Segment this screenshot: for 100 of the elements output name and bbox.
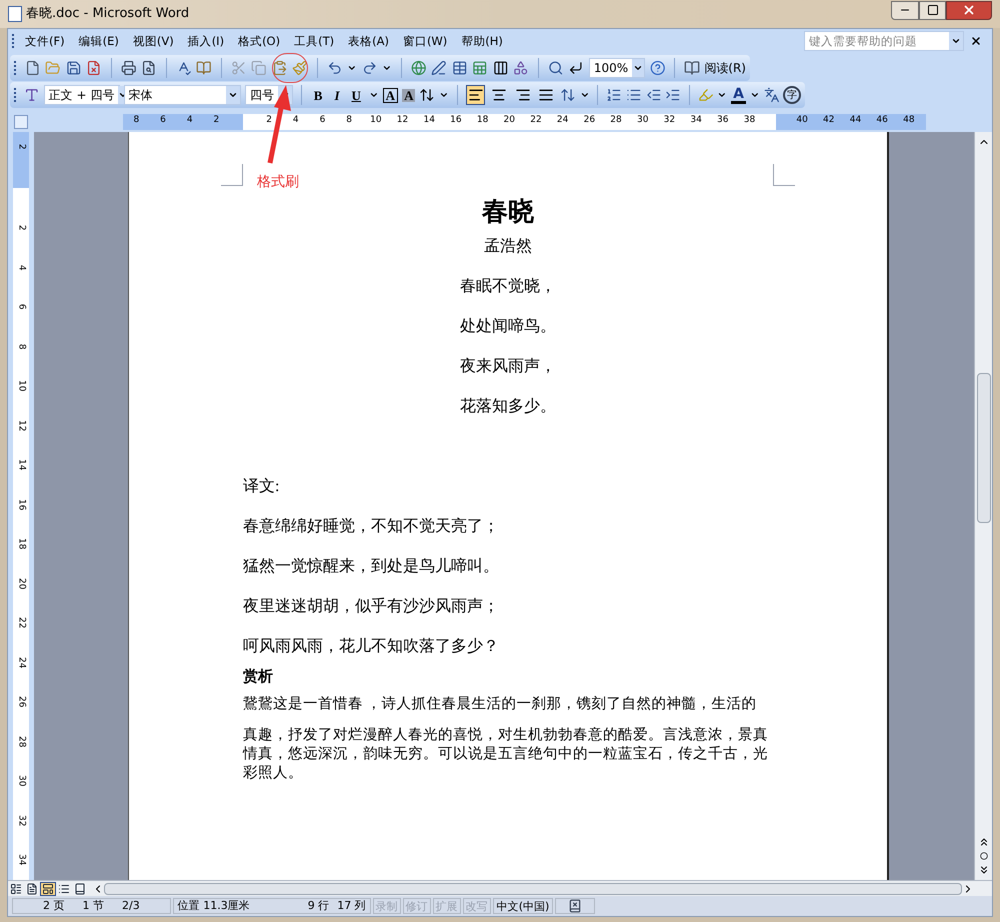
italic-button[interactable]: I	[330, 86, 344, 106]
view-button[interactable]	[8, 882, 24, 896]
annotation-label: 格式刷	[257, 173, 299, 192]
spreadsheet-icon[interactable]	[472, 60, 488, 76]
align-button[interactable]	[466, 85, 486, 106]
columns-icon[interactable]	[492, 60, 508, 76]
ruler-number: 12	[16, 420, 28, 432]
menu-item[interactable]: 文件(F)	[18, 32, 72, 50]
status-text: 9 行	[308, 898, 330, 914]
ruler-number: 34	[689, 114, 703, 128]
redo-icon[interactable]	[362, 60, 378, 76]
ruler-number: 20	[16, 578, 28, 590]
underline-button[interactable]: U	[348, 86, 365, 106]
undo-icon[interactable]	[326, 60, 342, 76]
ruler-number: 8	[345, 114, 354, 128]
ruler-number: 4	[16, 264, 28, 270]
ruler-number: 16	[449, 114, 463, 128]
window-title: 春晓.doc - Microsoft Word	[26, 5, 190, 24]
ruler-number: 20	[502, 114, 516, 128]
ruler-number: 8	[16, 344, 28, 350]
paintbrush-icon[interactable]	[292, 60, 308, 76]
print-preview-icon[interactable]	[141, 60, 157, 76]
read-button[interactable]: 阅读(R)	[684, 59, 746, 78]
view-button[interactable]	[40, 882, 56, 896]
ruler-number: 14	[422, 114, 436, 128]
language-indicator: 中文(中国)	[492, 898, 554, 914]
dropdown-field[interactable]: 100%	[588, 58, 645, 78]
author: 孟浩然	[484, 236, 532, 258]
poem-line: 处处闻啼鸟。	[460, 316, 556, 338]
browse-object-icon[interactable]	[980, 852, 988, 860]
dropdown-field[interactable]: 宋体	[124, 85, 241, 106]
analysis-paragraph: 鵞鵞这是一首惜春 ，诗人抓住春晨生活的一刹那，镌刻了自然的神髓，生活的	[243, 695, 757, 714]
ruler-number: 34	[16, 854, 28, 866]
ruler-number: 4	[292, 114, 300, 128]
ruler-number: 16	[16, 498, 28, 510]
ruler-number: 42	[822, 114, 836, 128]
menu-item[interactable]: 工具(T)	[287, 32, 342, 50]
menu-item[interactable]: 格式(O)	[231, 32, 288, 50]
menu-item[interactable]: 插入(I)	[180, 32, 232, 50]
menu-item[interactable]: 帮助(H)	[454, 32, 510, 50]
translation-line: 春意绵绵好睡觉，不知不觉天亮了；	[243, 516, 499, 538]
ruler-number: 10	[369, 114, 383, 128]
maximize-icon	[926, 4, 938, 16]
menu-item[interactable]: 视图(V)	[126, 32, 181, 50]
ruler-number: 14	[16, 459, 28, 471]
help-icon[interactable]	[650, 60, 666, 76]
poem-line: 春眠不觉晓，	[460, 276, 556, 298]
scroll-thumb[interactable]	[976, 373, 990, 524]
menu-item[interactable]: 编辑(E)	[72, 32, 126, 50]
status-text: 1 节	[82, 898, 104, 914]
section-heading: 赏析	[243, 667, 273, 688]
margin-corner-mark	[221, 164, 243, 186]
new-document-icon[interactable]	[25, 60, 40, 76]
status-text: 2 页	[43, 898, 64, 914]
close-icon[interactable]	[970, 35, 982, 48]
translation-line: 猛然一觉惊醒来，到处是鸟儿啼叫。	[243, 556, 499, 578]
ruler-number: 24	[16, 656, 28, 668]
ruler-number: 8	[132, 114, 140, 128]
bold-button[interactable]: B	[310, 86, 326, 106]
poem-line: 花落知多少。	[460, 396, 556, 418]
ruler-number: 36	[716, 114, 730, 128]
ruler-number: 28	[609, 114, 623, 128]
ruler-number: 18	[476, 114, 490, 128]
ruler-number: 22	[16, 617, 28, 629]
section-heading: 译文:	[243, 476, 280, 498]
minimize-button[interactable]	[891, 0, 919, 20]
ruler-number: 6	[159, 114, 167, 128]
menu-item[interactable]: 表格(A)	[341, 32, 396, 50]
enclose-character-button[interactable]: 字	[783, 86, 802, 104]
ruler-number: 4	[186, 114, 194, 128]
tab-selector[interactable]	[14, 115, 28, 130]
character-border-button[interactable]: A	[382, 88, 398, 103]
ruler-number: 40	[795, 114, 809, 128]
margin-corner-mark	[773, 164, 795, 186]
ruler-number: 28	[16, 736, 28, 748]
save-icon[interactable]	[66, 60, 82, 76]
font-color-button[interactable]: A	[731, 86, 746, 104]
document-icon	[8, 6, 22, 22]
drawing-icon[interactable]	[513, 60, 529, 76]
menu-item[interactable]: 窗口(W)	[396, 32, 454, 50]
ruler-number: 46	[875, 114, 889, 128]
analysis-paragraph: 真趣，抒发了对烂漫醉人春光的喜悦，对生机勃勃春意的酷爱。言浅意浓，景真情真，悠远深沉，韵味无穷。可以说是五言绝句中的一粒蓝宝石，传之千古，光彩照人。	[243, 726, 769, 784]
paste-icon[interactable]	[272, 60, 288, 76]
styles-icon[interactable]	[24, 87, 40, 104]
print-icon[interactable]	[120, 60, 136, 76]
ruler-number: 2	[265, 114, 273, 128]
ruler-number: 26	[582, 114, 596, 128]
translation-line: 呵风雨风雨，花儿不知吹落了多少？	[243, 636, 499, 658]
table-icon[interactable]	[452, 60, 468, 76]
ruler-number: 30	[16, 775, 28, 787]
ruler-number: 32	[16, 814, 28, 826]
close-button[interactable]	[946, 0, 992, 20]
ruler-number: 24	[556, 114, 570, 128]
character-shading-button[interactable]: A	[402, 88, 416, 102]
maximize-button[interactable]	[919, 0, 946, 20]
ruler-number: 2	[212, 114, 220, 128]
ruler-number: 18	[16, 538, 28, 550]
help-search-field[interactable]: 键入需要帮助的问题	[804, 31, 964, 52]
numbering-icon[interactable]	[606, 87, 622, 104]
vertical-scrollbar[interactable]	[974, 132, 992, 880]
